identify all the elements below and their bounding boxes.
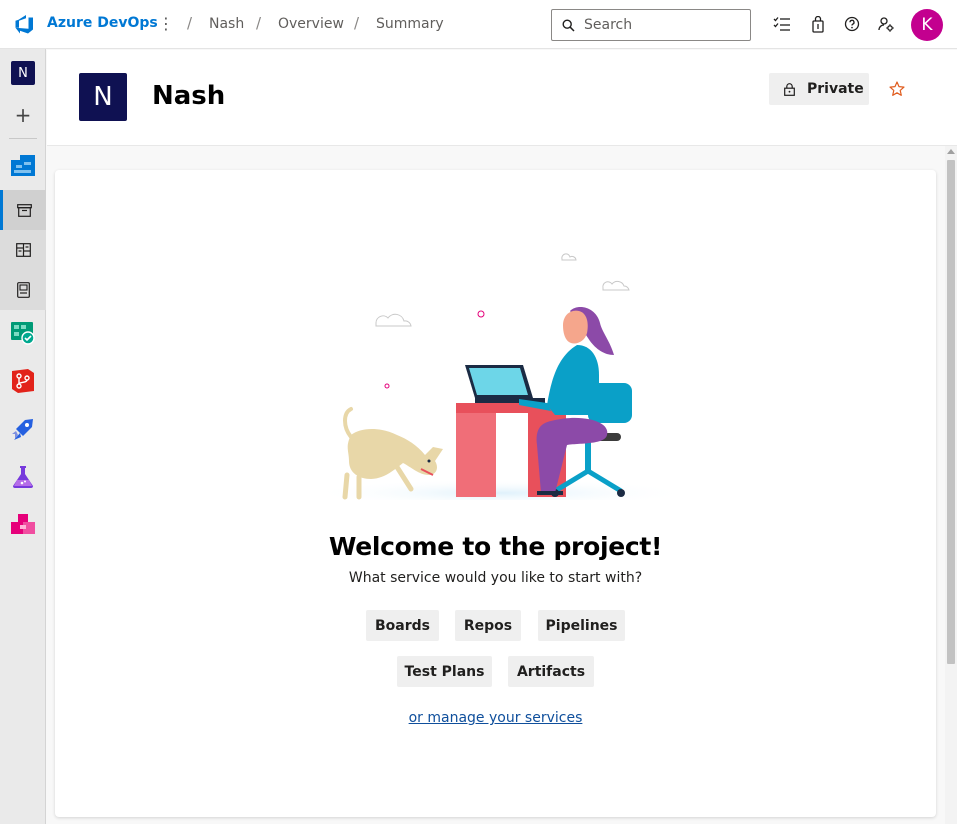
search-input[interactable] [584,17,734,33]
rail-divider [9,138,37,139]
repos-button[interactable]: Repos [455,610,521,641]
top-bar: Azure DevOps ⋮ / Nash / Overview / Summa… [0,0,957,49]
manage-services-link[interactable]: or manage your services [55,710,936,726]
overview-icon [11,155,35,176]
page-scrollbar[interactable] [945,146,957,824]
pipelines-icon [12,419,33,440]
rail-item-dashboards[interactable] [0,230,46,270]
rail-item-wiki[interactable] [0,270,46,310]
add-icon[interactable]: + [11,103,35,127]
project-avatar: N [79,73,127,121]
scroll-thumb[interactable] [947,160,955,664]
search-icon [562,18,575,32]
welcome-title: Welcome to the project! [328,532,663,561]
left-rail: N + [0,49,46,824]
test-plans-icon [13,466,33,488]
help-icon[interactable] [842,14,862,34]
welcome-subtitle: What service would you like to start wit… [348,570,643,586]
dashboards-icon [15,243,31,257]
rail-item-artifacts[interactable] [0,505,46,545]
project-header: N Nash Private [47,50,957,146]
summary-icon [17,203,32,217]
project-title: Nash [152,81,226,111]
rail-item-test-plans[interactable] [0,457,46,497]
rail-project-avatar[interactable]: N [11,61,35,85]
star-icon[interactable] [888,80,906,98]
rail-item-pipelines[interactable] [0,409,46,449]
search-box[interactable] [551,9,751,41]
private-label: Private [807,81,864,97]
wiki-icon [16,282,30,298]
repos-icon [12,369,34,393]
boards-icon [11,322,35,345]
rail-item-overview[interactable] [0,145,46,185]
task-list-icon[interactable] [772,14,792,34]
lock-icon [784,82,795,96]
brand-name[interactable]: Azure DevOps [47,15,158,31]
rail-item-summary[interactable] [0,190,46,230]
pipelines-button[interactable]: Pipelines [538,610,625,641]
rail-item-boards[interactable] [0,313,46,353]
rail-item-repos[interactable] [0,361,46,401]
more-options-icon[interactable]: ⋮ [158,13,174,35]
artifacts-icon [11,514,35,534]
welcome-illustration [315,253,685,500]
breadcrumb-overview[interactable]: Overview [278,16,344,32]
shopping-bag-icon[interactable] [808,14,828,34]
breadcrumb-separator: / [354,14,360,32]
test-plans-button[interactable]: Test Plans [397,656,492,687]
artifacts-button[interactable]: Artifacts [508,656,594,687]
boards-button[interactable]: Boards [366,610,439,641]
user-settings-icon[interactable] [876,14,896,34]
breadcrumb-project[interactable]: Nash [209,16,244,32]
azure-devops-logo-icon[interactable] [13,13,35,35]
private-visibility-button[interactable]: Private [769,73,869,105]
breadcrumb-separator: / [187,14,193,32]
scroll-up-arrow-icon[interactable] [947,149,955,154]
welcome-card: Welcome to the project! What service wou… [55,170,936,817]
breadcrumb-summary[interactable]: Summary [376,16,444,32]
user-avatar[interactable]: K [911,9,943,41]
breadcrumb-separator: / [256,14,262,32]
